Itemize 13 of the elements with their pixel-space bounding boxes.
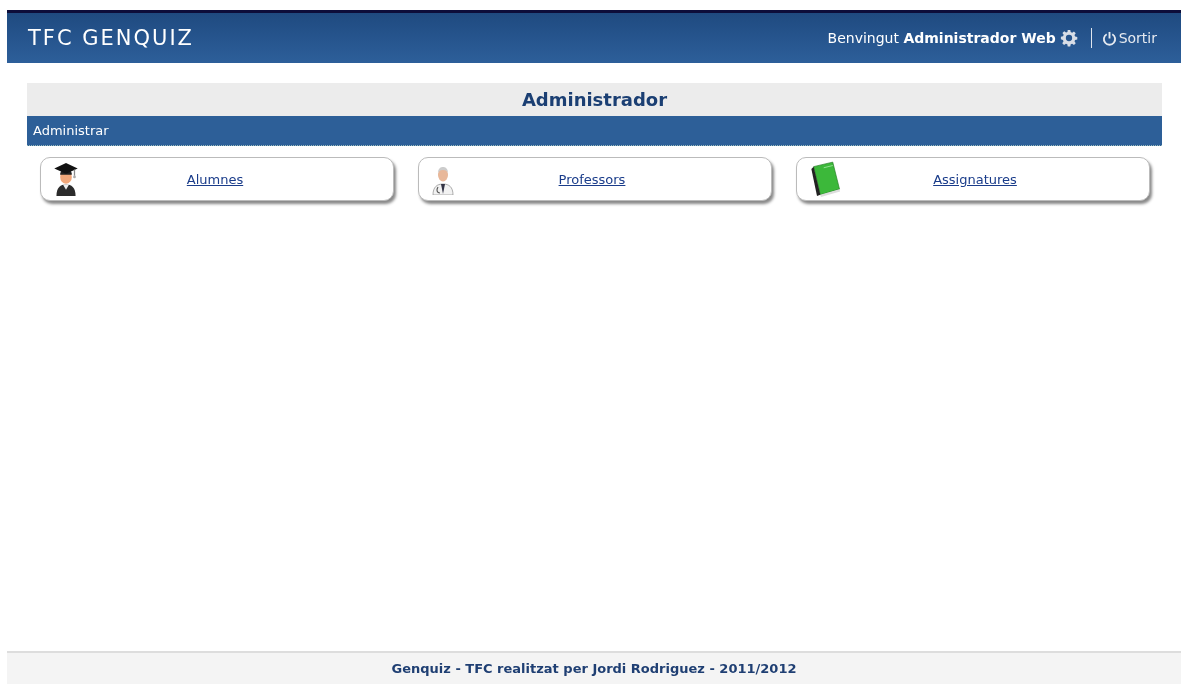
- menu-link[interactable]: Professors: [455, 171, 729, 187]
- welcome-text: Benvingut Administrador Web: [827, 30, 1056, 46]
- student-icon: [53, 162, 79, 196]
- panel-title: Administrador: [27, 83, 1162, 116]
- section-title: Administrar: [33, 123, 109, 138]
- app-title: TFC GENQUIZ: [28, 26, 194, 50]
- logout-link[interactable]: Sortir: [1101, 30, 1157, 46]
- menu-link[interactable]: Alumnes: [79, 171, 351, 187]
- settings-icon[interactable]: [1059, 29, 1078, 47]
- power-icon: [1101, 30, 1117, 46]
- book-icon: [809, 161, 843, 197]
- menu-link[interactable]: Assignatures: [843, 171, 1107, 187]
- footer-text: Genquiz - TFC realitzat per Jordi Rodriguez - 2011/2012: [391, 661, 797, 676]
